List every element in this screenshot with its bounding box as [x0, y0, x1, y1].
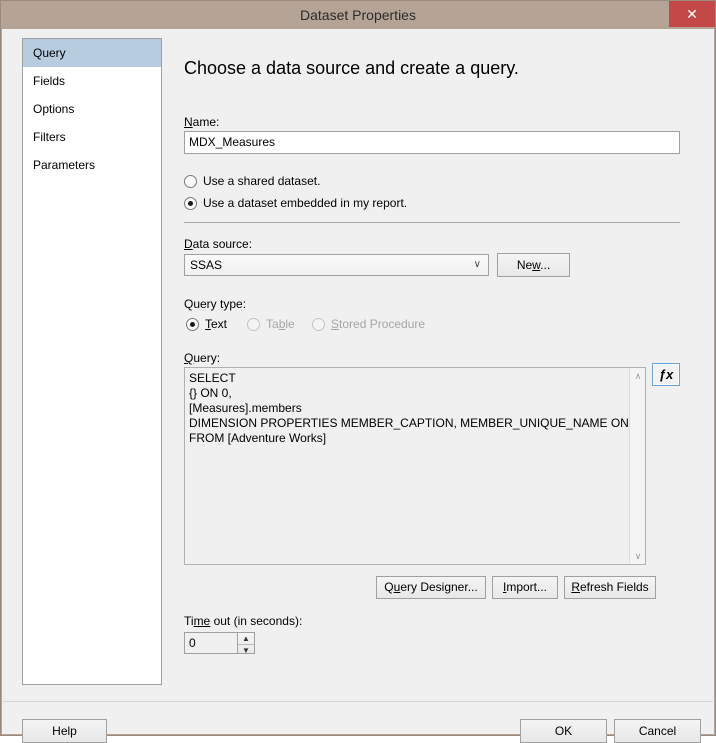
chevron-down-icon: ∨ — [473, 259, 481, 270]
dialog-client-area: Query Fields Options Filters Parameters … — [2, 29, 714, 743]
cancel-button[interactable]: Cancel — [614, 719, 701, 743]
scroll-up-icon[interactable]: ∧ — [630, 368, 645, 384]
sidebar-item-query[interactable]: Query — [23, 39, 161, 67]
sidebar-item-label: Parameters — [33, 158, 96, 172]
name-label: Name: — [184, 115, 220, 129]
sidebar-item-label: Filters — [33, 130, 66, 144]
radio-indicator — [312, 318, 325, 331]
sidebar-item-label: Query — [33, 46, 66, 60]
radio-label: Text — [205, 317, 228, 331]
timeout-label: Time out (in seconds): — [184, 614, 303, 628]
data-source-select[interactable]: SSAS ∨ — [184, 254, 489, 276]
radio-indicator — [184, 175, 197, 188]
sidebar-item-label: Fields — [33, 74, 66, 88]
stepper-up-icon[interactable]: ▲ — [238, 633, 254, 645]
query-designer-button[interactable]: Query Designer... — [376, 576, 486, 599]
sidebar-item-label: Options — [33, 102, 75, 116]
footer-divider — [3, 701, 713, 702]
query-label: Query: — [184, 351, 221, 365]
query-scrollbar[interactable]: ∧ ∨ — [629, 368, 645, 564]
sidebar-item-options[interactable]: Options — [23, 95, 161, 123]
query-text: SELECT {} ON 0, [Measures].members DIMEN… — [189, 371, 639, 445]
sidebar-item-fields[interactable]: Fields — [23, 67, 161, 95]
radio-label: Use a shared dataset. — [203, 174, 321, 188]
radio-indicator — [247, 318, 260, 331]
sidebar-item-filters[interactable]: Filters — [23, 123, 161, 151]
window-title: Dataset Properties — [300, 7, 416, 23]
data-source-value: SSAS — [190, 258, 223, 272]
radio-indicator — [186, 318, 199, 331]
refresh-fields-button[interactable]: Refresh Fields — [564, 576, 656, 599]
main-pane: Choose a data source and create a query.… — [172, 38, 692, 685]
radio-label: Table — [266, 317, 295, 331]
timeout-stepper[interactable]: 0 ▲ ▼ — [184, 632, 255, 656]
scroll-down-icon[interactable]: ∨ — [630, 548, 645, 564]
expression-fx-button[interactable]: ƒx — [652, 363, 680, 386]
new-data-source-button[interactable]: New... — [497, 253, 570, 277]
radio-label: Use a dataset embedded in my report. — [203, 196, 408, 210]
query-editor[interactable]: SELECT {} ON 0, [Measures].members DIMEN… — [184, 367, 646, 565]
query-type-label: Query type: — [184, 297, 247, 311]
dataset-properties-dialog: Dataset Properties ✕ Query Fields Option… — [0, 0, 716, 743]
radio-indicator — [184, 197, 197, 210]
name-input[interactable]: MDX_Measures — [184, 131, 680, 154]
import-button[interactable]: Import... — [492, 576, 558, 599]
sidebar: Query Fields Options Filters Parameters — [22, 38, 162, 685]
timeout-value: 0 — [189, 636, 196, 650]
radio-label: Stored Procedure — [331, 317, 426, 331]
title-bar: Dataset Properties ✕ — [1, 1, 715, 29]
sidebar-item-parameters[interactable]: Parameters — [23, 151, 161, 179]
data-source-label: Data source: — [184, 237, 253, 251]
ok-button[interactable]: OK — [520, 719, 607, 743]
help-button[interactable]: Help — [22, 719, 107, 743]
stepper-buttons[interactable]: ▲ ▼ — [237, 633, 254, 656]
stepper-down-icon[interactable]: ▼ — [238, 645, 254, 656]
section-divider — [184, 222, 680, 223]
close-icon[interactable]: ✕ — [669, 1, 715, 27]
page-title: Choose a data source and create a query. — [184, 58, 519, 78]
